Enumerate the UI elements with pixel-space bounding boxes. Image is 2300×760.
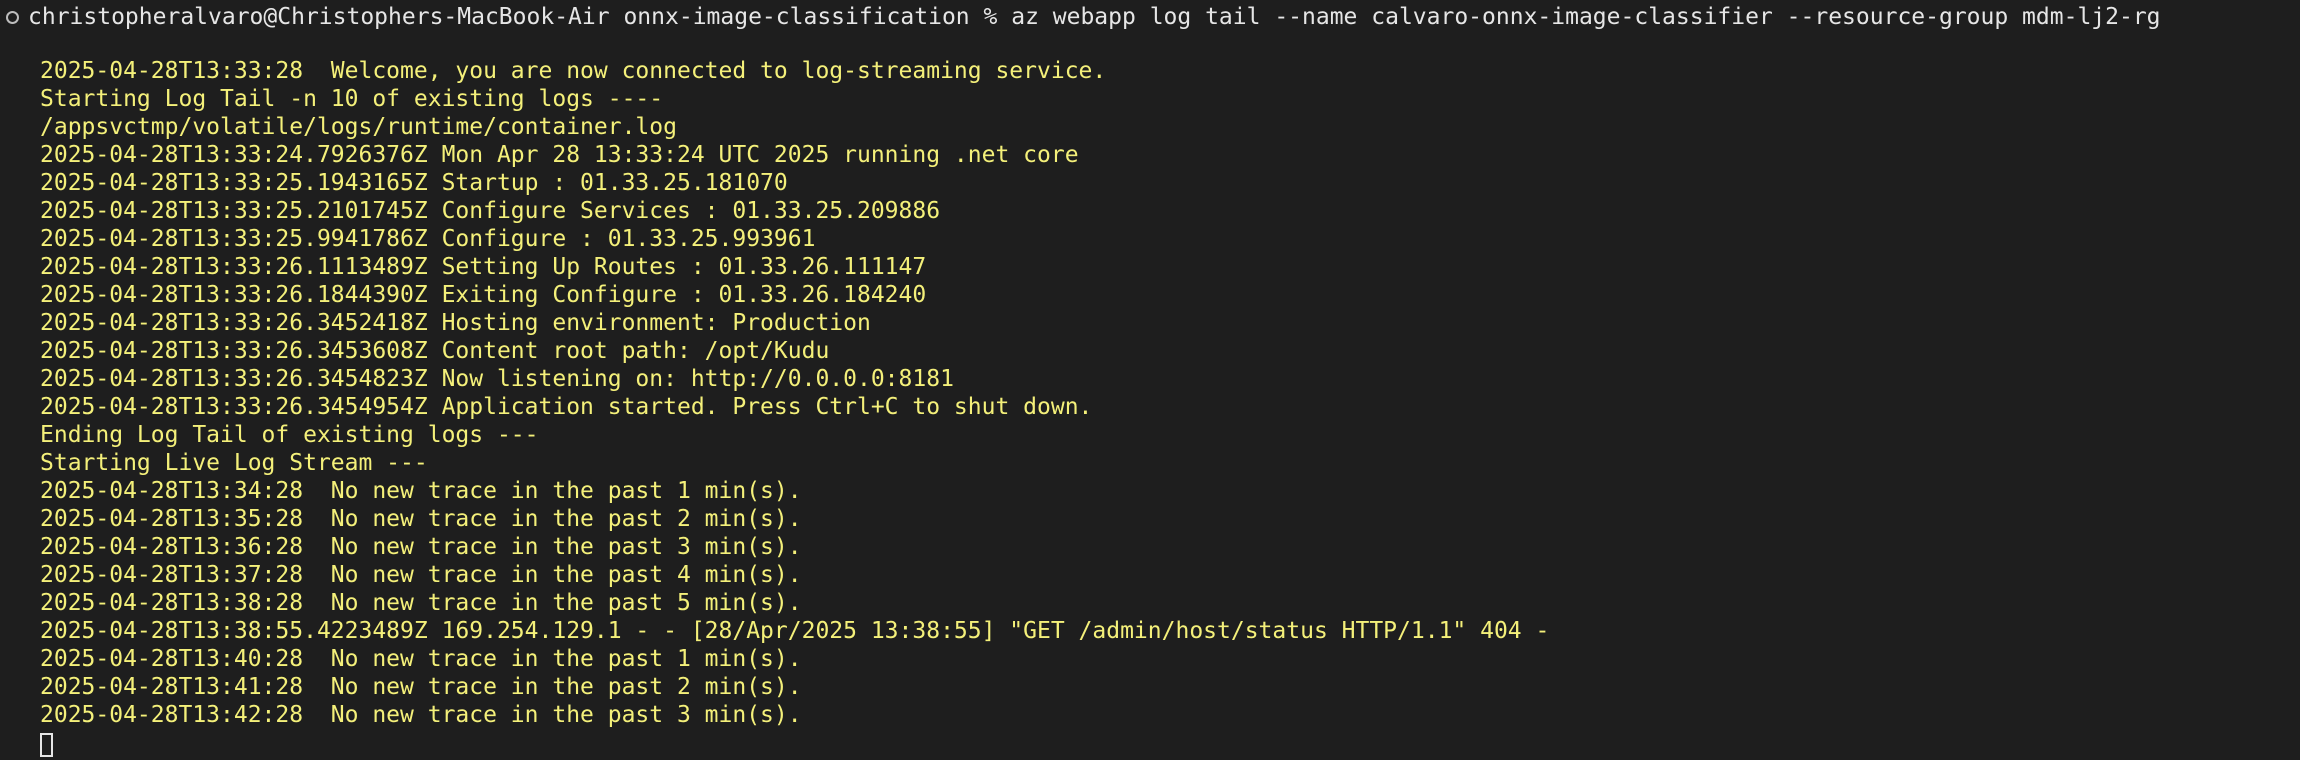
log-output: 2025-04-28T13:33:28 Welcome, you are now…: [40, 57, 2280, 757]
command-prompt-line: christopheralvaro@Christophers-MacBook-A…: [0, 0, 2300, 34]
log-line: 2025-04-28T13:35:28 No new trace in the …: [40, 506, 802, 532]
log-line: 2025-04-28T13:33:28 Welcome, you are now…: [40, 58, 1107, 84]
log-line: 2025-04-28T13:37:28 No new trace in the …: [40, 562, 802, 588]
cursor-line[interactable]: [40, 729, 2280, 757]
log-line: Ending Log Tail of existing logs ---: [40, 422, 539, 448]
log-line: 2025-04-28T13:33:25.2101745Z Configure S…: [40, 198, 941, 224]
log-line: Starting Log Tail -n 10 of existing logs…: [40, 86, 664, 112]
log-line: 2025-04-28T13:33:26.3454823Z Now listeni…: [40, 366, 954, 392]
prompt-host: christopheralvaro@Christophers-MacBook-A…: [28, 4, 610, 30]
terminal-window[interactable]: christopheralvaro@Christophers-MacBook-A…: [0, 0, 2300, 760]
prompt-symbol: %: [983, 4, 998, 30]
prompt-cwd: onnx-image-classification: [623, 4, 970, 30]
log-line: 2025-04-28T13:40:28 No new trace in the …: [40, 646, 802, 672]
log-line: 2025-04-28T13:33:26.3453608Z Content roo…: [40, 338, 830, 364]
log-line: 2025-04-28T13:33:26.3452418Z Hosting env…: [40, 310, 871, 336]
prompt-command: az webapp log tail --name calvaro-onnx-i…: [1011, 4, 2161, 30]
log-line: 2025-04-28T13:38:28 No new trace in the …: [40, 590, 802, 616]
log-line: 2025-04-28T13:42:28 No new trace in the …: [40, 702, 802, 728]
log-line: 2025-04-28T13:33:24.7926376Z Mon Apr 28 …: [40, 142, 1079, 168]
log-line: 2025-04-28T13:33:25.9941786Z Configure :…: [40, 226, 816, 252]
log-line: /appsvctmp/volatile/logs/runtime/contain…: [40, 114, 677, 140]
log-line: 2025-04-28T13:33:26.1113489Z Setting Up …: [40, 254, 927, 280]
log-line: Starting Live Log Stream ---: [40, 450, 428, 476]
log-line: 2025-04-28T13:38:55.4223489Z 169.254.129…: [40, 618, 1550, 644]
terminal-cursor-icon: [40, 732, 53, 757]
log-line: 2025-04-28T13:33:26.1844390Z Exiting Con…: [40, 282, 927, 308]
log-line: 2025-04-28T13:41:28 No new trace in the …: [40, 674, 802, 700]
log-line: 2025-04-28T13:33:26.3454954Z Application…: [40, 394, 1093, 420]
log-line: 2025-04-28T13:36:28 No new trace in the …: [40, 534, 802, 560]
log-line: 2025-04-28T13:34:28 No new trace in the …: [40, 478, 802, 504]
log-line: 2025-04-28T13:33:25.1943165Z Startup : 0…: [40, 170, 788, 196]
prompt-mark-icon: [6, 10, 19, 24]
